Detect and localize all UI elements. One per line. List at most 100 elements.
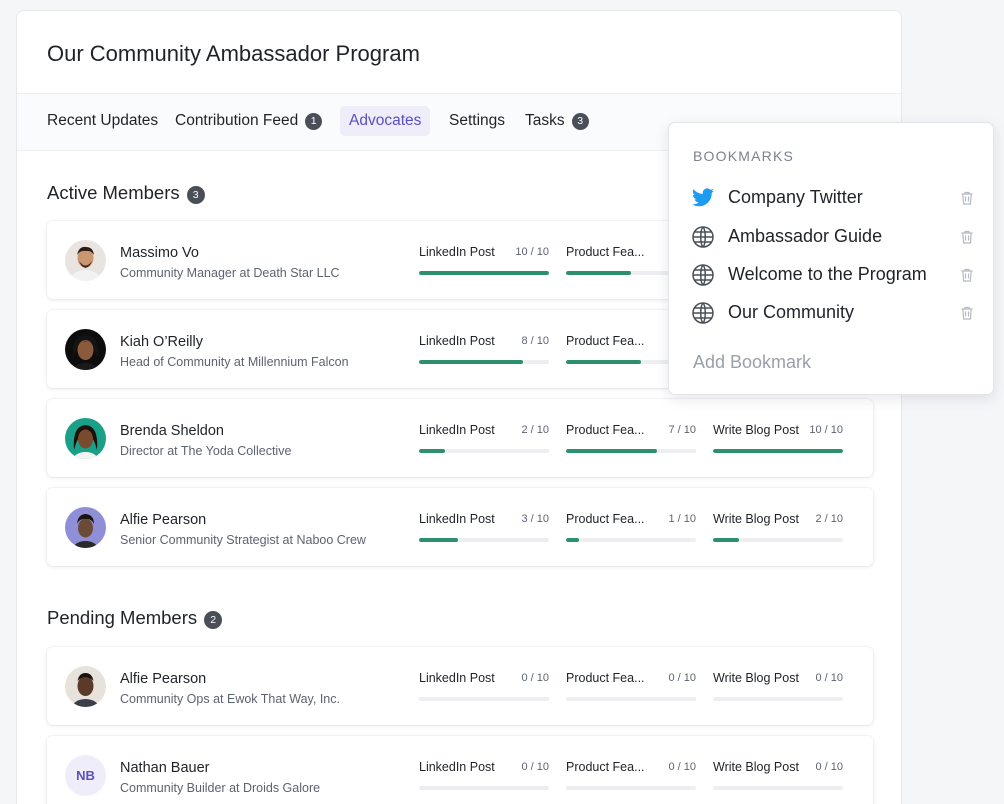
task-count: 2 / 10 <box>521 424 549 436</box>
tab-contribution-feed[interactable]: Contribution Feed 1 <box>175 106 323 136</box>
bookmark-ambassador-guide[interactable]: Ambassador Guide <box>691 222 975 252</box>
task-label: LinkedIn Post <box>419 671 495 685</box>
member-name: Massimo Vo <box>120 245 199 261</box>
avatar <box>65 418 106 459</box>
count-badge: 3 <box>186 186 205 204</box>
task-label: Write Blog Post <box>713 671 799 685</box>
trash-icon[interactable] <box>959 229 975 245</box>
task-progress: Product Fea... 0 / 10 <box>566 671 696 701</box>
progress-bar <box>419 449 549 453</box>
task-progress: Product Fea... 1 / 10 <box>566 512 696 542</box>
member-role: Community Ops at Ewok That Way, Inc. <box>120 692 340 706</box>
member-card[interactable]: Alfie Pearson Senior Community Strategis… <box>47 488 873 566</box>
tab-label: Advocates <box>349 112 422 129</box>
progress-fill <box>419 271 549 275</box>
member-name: Kiah O’Reilly <box>120 334 203 350</box>
member-name: Alfie Pearson <box>120 671 207 687</box>
count-badge: 1 <box>305 113 323 130</box>
bookmark-label: Our Community <box>728 302 855 322</box>
progress-bar <box>419 697 549 701</box>
member-role: Director at The Yoda Collective <box>120 444 292 458</box>
task-count: 3 / 10 <box>521 513 549 525</box>
task-label: Write Blog Post <box>713 512 799 526</box>
task-label: LinkedIn Post <box>419 760 495 774</box>
task-label: Write Blog Post <box>713 423 799 437</box>
member-role: Head of Community at Millennium Falcon <box>120 355 349 369</box>
avatar <box>65 240 106 281</box>
member-role: Community Builder at Droids Galore <box>120 781 321 795</box>
add-bookmark-button[interactable]: Add Bookmark <box>693 352 811 373</box>
bookmark-our-community[interactable]: Our Community <box>691 298 975 328</box>
progress-bar <box>566 786 696 790</box>
tab-advocates[interactable]: Advocates <box>340 106 431 136</box>
bookmark-welcome-program[interactable]: Welcome to the Program <box>691 260 975 290</box>
member-name: Brenda Sheldon <box>120 423 224 439</box>
globe-icon <box>691 301 715 325</box>
bookmark-company-twitter[interactable]: Company Twitter <box>691 183 975 213</box>
task-progress: LinkedIn Post 0 / 10 <box>419 671 549 701</box>
task-count: 0 / 10 <box>521 672 549 684</box>
active-members-heading: Active Members 3 <box>47 182 205 204</box>
member-role: Senior Community Strategist at Naboo Cre… <box>120 533 366 547</box>
member-card[interactable]: NB Nathan Bauer Community Builder at Dro… <box>47 736 873 804</box>
task-label: Product Fea... <box>566 671 645 685</box>
member-name: Nathan Bauer <box>120 760 210 776</box>
task-count: 0 / 10 <box>815 761 843 773</box>
member-role: Community Manager at Death Star LLC <box>120 266 340 280</box>
trash-icon[interactable] <box>959 190 975 206</box>
task-progress: Write Blog Post 0 / 10 <box>713 671 843 701</box>
task-progress: Write Blog Post 10 / 10 <box>713 423 843 453</box>
bookmarks-popover: BOOKMARKS Company Twitter Ambassador Gui… <box>668 122 994 395</box>
count-badge: 3 <box>571 113 589 130</box>
task-progress: LinkedIn Post 3 / 10 <box>419 512 549 542</box>
bookmark-label: Ambassador Guide <box>728 226 883 246</box>
trash-icon[interactable] <box>959 305 975 321</box>
member-name: Alfie Pearson <box>120 512 207 528</box>
tab-recent-updates[interactable]: Recent Updates <box>47 106 158 136</box>
progress-bar <box>713 449 843 453</box>
task-label: LinkedIn Post <box>419 334 495 348</box>
tab-label: Contribution Feed <box>175 112 299 129</box>
progress-bar <box>713 697 843 701</box>
tab-settings[interactable]: Settings <box>449 106 505 136</box>
progress-bar <box>419 360 549 364</box>
trash-icon[interactable] <box>959 267 975 283</box>
count-badge: 2 <box>204 611 223 629</box>
task-progress: LinkedIn Post 10 / 10 <box>419 245 549 275</box>
task-progress: LinkedIn Post 8 / 10 <box>419 334 549 364</box>
progress-fill <box>419 360 523 364</box>
avatar <box>65 329 106 370</box>
tab-tasks[interactable]: Tasks 3 <box>525 106 589 136</box>
progress-fill <box>713 538 739 542</box>
progress-bar <box>566 697 696 701</box>
progress-bar <box>419 786 549 790</box>
section-title: Pending Members <box>47 607 198 628</box>
task-progress: Write Blog Post 0 / 10 <box>713 760 843 790</box>
task-count: 10 / 10 <box>515 246 549 258</box>
task-label: Write Blog Post <box>713 760 799 774</box>
task-count: 7 / 10 <box>668 424 696 436</box>
pending-members-heading: Pending Members 2 <box>47 607 223 629</box>
member-card[interactable]: Alfie Pearson Community Ops at Ewok That… <box>47 647 873 725</box>
avatar <box>65 666 106 707</box>
task-count: 8 / 10 <box>521 335 549 347</box>
avatar: NB <box>65 755 106 796</box>
task-label: Product Fea... <box>566 334 645 348</box>
task-progress: LinkedIn Post 2 / 10 <box>419 423 549 453</box>
task-label: Product Fea... <box>566 760 645 774</box>
page-header: Our Community Ambassador Program <box>17 11 901 94</box>
section-title: Active Members <box>47 182 180 203</box>
task-label: Product Fea... <box>566 423 645 437</box>
task-count: 0 / 10 <box>668 761 696 773</box>
bookmarks-heading: BOOKMARKS <box>693 148 795 164</box>
globe-icon <box>691 225 715 249</box>
progress-fill <box>713 449 843 453</box>
member-card[interactable]: Brenda Sheldon Director at The Yoda Coll… <box>47 399 873 477</box>
task-label: LinkedIn Post <box>419 245 495 259</box>
bookmark-label: Company Twitter <box>728 187 863 207</box>
progress-fill <box>419 449 445 453</box>
tab-label: Recent Updates <box>47 112 159 129</box>
progress-fill <box>566 271 631 275</box>
progress-fill <box>566 538 579 542</box>
progress-bar <box>713 786 843 790</box>
